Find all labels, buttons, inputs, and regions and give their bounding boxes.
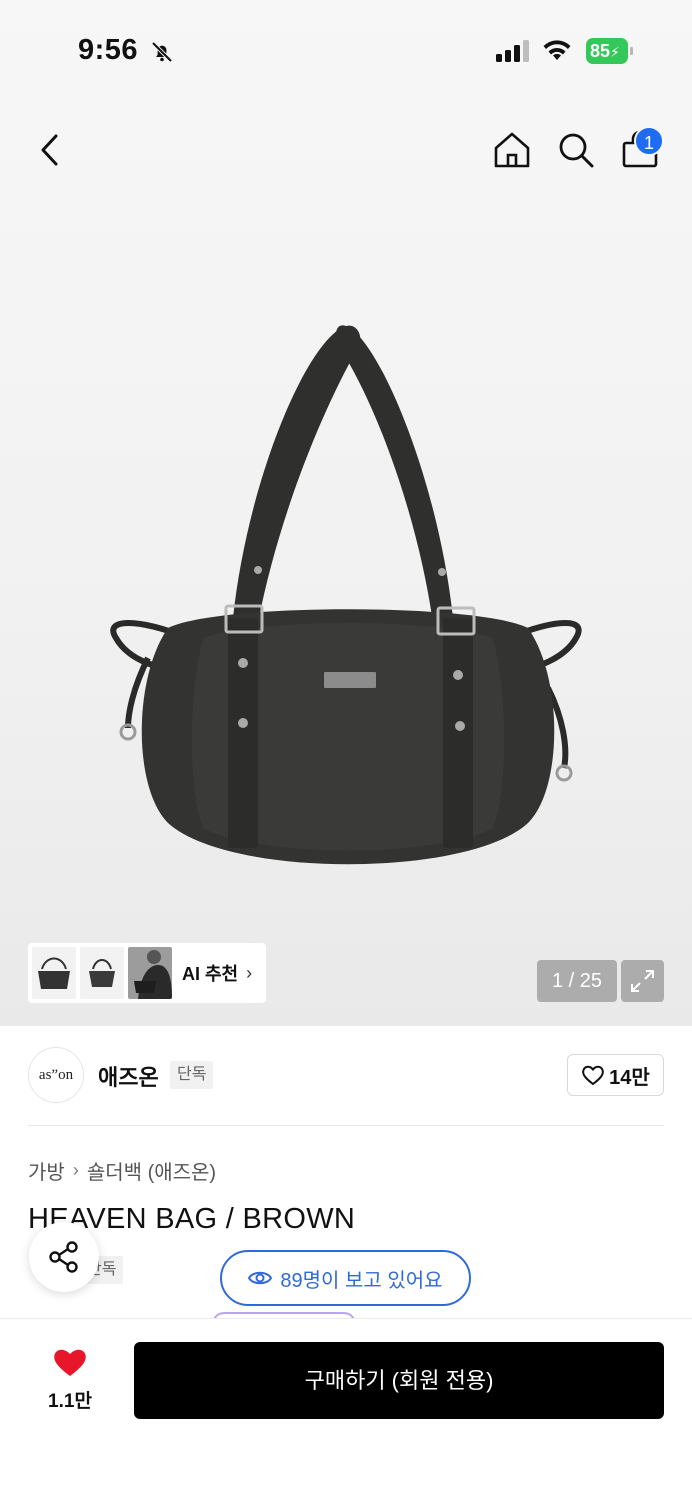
heart-outline-icon: [582, 1065, 605, 1086]
battery-level: 85: [590, 41, 611, 61]
battery-charging-icon: 85⚡: [586, 38, 634, 64]
live-viewers-pill: 89명이 보고 있어요: [220, 1250, 471, 1306]
share-button[interactable]: [29, 1222, 99, 1292]
image-counter: 1 / 25: [537, 960, 617, 1002]
cart-count-badge: 1: [634, 126, 664, 156]
ai-recommendation-strip[interactable]: AI 추천 ›: [28, 943, 266, 1003]
buy-button[interactable]: 구매하기 (회원 전용): [134, 1342, 664, 1419]
brand-like-count: 14만: [609, 1066, 650, 1089]
home-icon[interactable]: [492, 130, 532, 170]
brand-name[interactable]: 애즈온: [98, 1060, 159, 1092]
chevron-right-icon: ›: [246, 962, 253, 983]
ai-recommend-label: AI 추천: [182, 964, 239, 984]
product-image-gallery[interactable]: 9:56 85⚡ 1 AI 추천 › 1 / 25: [0, 0, 692, 1026]
breadcrumb-subcategory[interactable]: 숄더백 (애즈온): [87, 1156, 216, 1185]
expand-button[interactable]: [621, 960, 664, 1002]
brand-like-button[interactable]: 14만: [567, 1054, 664, 1096]
wifi-icon: [543, 40, 571, 60]
chevron-right-icon: ›: [72, 1160, 79, 1180]
product-photo[interactable]: [108, 318, 586, 878]
status-bar: 9:56 85⚡: [0, 30, 692, 74]
expand-icon: [631, 970, 654, 992]
wishlist-heart-icon[interactable]: [52, 1346, 88, 1378]
thumbnail-model[interactable]: [128, 947, 172, 999]
thumbnail-bag-2[interactable]: [80, 947, 124, 999]
status-time: 9:56: [78, 34, 139, 66]
breadcrumb-category[interactable]: 가방: [28, 1156, 65, 1185]
thumbnail-bag-1[interactable]: [32, 947, 76, 999]
bell-slash-icon: [151, 41, 173, 63]
eye-icon: [248, 1271, 273, 1285]
share-icon: [49, 1241, 78, 1273]
signal-icon: [496, 40, 529, 62]
exclusive-badge: 단독: [170, 1061, 214, 1089]
wishlist-count: 1.1만: [48, 1391, 92, 1412]
divider: [28, 1125, 664, 1126]
live-viewers-text: 89명이 보고 있어요: [280, 1269, 443, 1292]
search-icon[interactable]: [556, 130, 596, 170]
ai-recommend-link[interactable]: AI 추천 ›: [182, 960, 252, 986]
breadcrumb: 가방 › 숄더백 (애즈온): [28, 1156, 216, 1185]
brand-logo[interactable]: as”on: [28, 1047, 84, 1103]
back-chevron-icon[interactable]: [36, 130, 64, 170]
